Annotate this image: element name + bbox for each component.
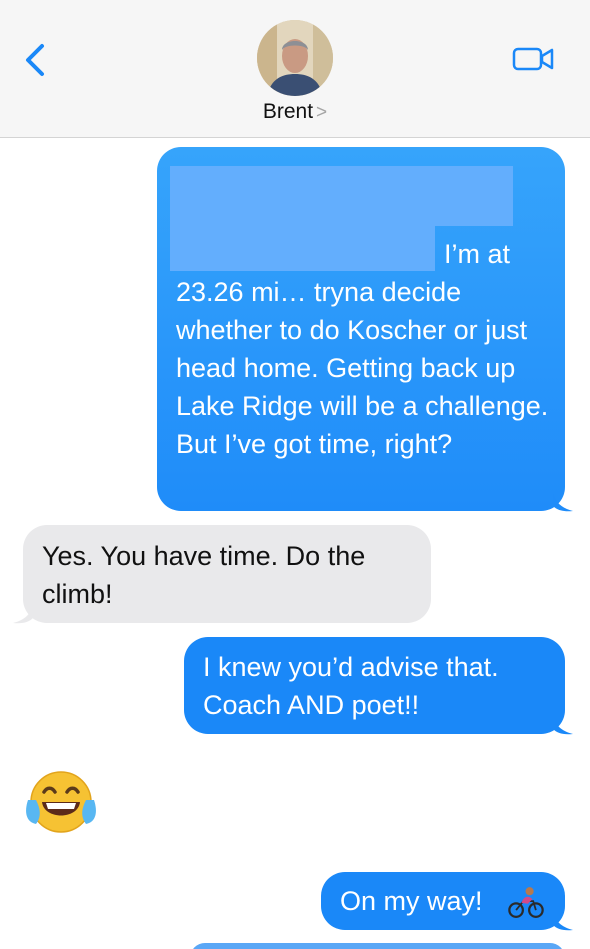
avatar-photo xyxy=(257,20,333,96)
contact-name-label: Brent xyxy=(262,100,314,123)
message-text: On my way! xyxy=(340,886,483,916)
contact-name[interactable]: Brent > xyxy=(0,100,590,124)
redacted-text-block xyxy=(170,226,435,271)
message-bubble-outgoing[interactable]: On my way! xyxy=(321,872,565,930)
message-text-first-line: I’m at xyxy=(444,239,511,269)
bubble-tail xyxy=(13,604,33,624)
chevron-left-icon[interactable] xyxy=(20,40,50,80)
avatar[interactable] xyxy=(257,20,333,96)
message-text: Yes. You have time. Do the climb! xyxy=(42,541,366,609)
message-bubble-outgoing[interactable]: I knew you’d advise that. Coach AND poet… xyxy=(184,637,565,734)
bubble-tail xyxy=(553,715,573,735)
message-bubble-incoming[interactable]: Yes. You have time. Do the climb! xyxy=(23,525,431,623)
message-text: 23.26 mi… tryna decide whether to do Kos… xyxy=(176,277,549,459)
bubble-tail xyxy=(553,492,573,512)
bubble-tail xyxy=(553,911,573,931)
redacted-text-block xyxy=(170,166,513,226)
face-with-tears-of-joy-icon[interactable] xyxy=(24,768,98,838)
chevron-right-icon: > xyxy=(316,102,328,123)
message-text: I knew you’d advise that. Coach AND poet… xyxy=(203,652,499,720)
message-bubble-outgoing[interactable]: I’m at 23.26 mi… tryna decide whether to… xyxy=(157,147,565,511)
video-camera-icon[interactable] xyxy=(512,44,554,74)
message-bubble-outgoing-partial[interactable] xyxy=(190,943,565,949)
person-biking-icon xyxy=(508,887,544,918)
conversation-header: Brent > xyxy=(0,0,590,138)
